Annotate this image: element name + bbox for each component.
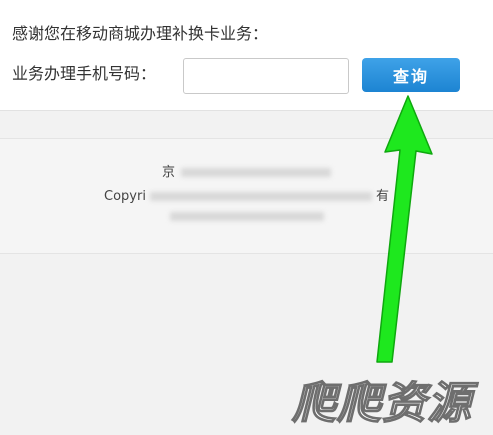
intro-text: 感谢您在移动商城办理补换卡业务： — [12, 24, 269, 43]
footer-license-prefix: 京 — [161, 165, 175, 180]
blurred-copyright-text — [149, 192, 372, 201]
footer-line-company — [0, 209, 493, 224]
query-button[interactable]: 查询 — [362, 58, 460, 92]
footer-line-license: 京 — [0, 161, 493, 180]
watermark-text: 爬爬资源 — [291, 378, 479, 428]
footer-copyright-suffix: 有 — [375, 189, 389, 204]
footer-copyright-prefix: Copyri — [104, 189, 146, 204]
phone-number-label: 业务办理手机号码： — [12, 64, 157, 83]
phone-number-input[interactable] — [183, 58, 349, 94]
watermark-logo: 爬爬资源 — [290, 377, 479, 428]
blurred-company-text — [169, 212, 324, 221]
footer-line-copyright: Copyri 有 — [0, 185, 493, 204]
footer-copyright-block: 京 Copyri 有 — [0, 138, 493, 254]
blurred-license-text — [181, 168, 331, 177]
form-panel: 感谢您在移动商城办理补换卡业务： 业务办理手机号码： 查询 — [0, 0, 493, 111]
